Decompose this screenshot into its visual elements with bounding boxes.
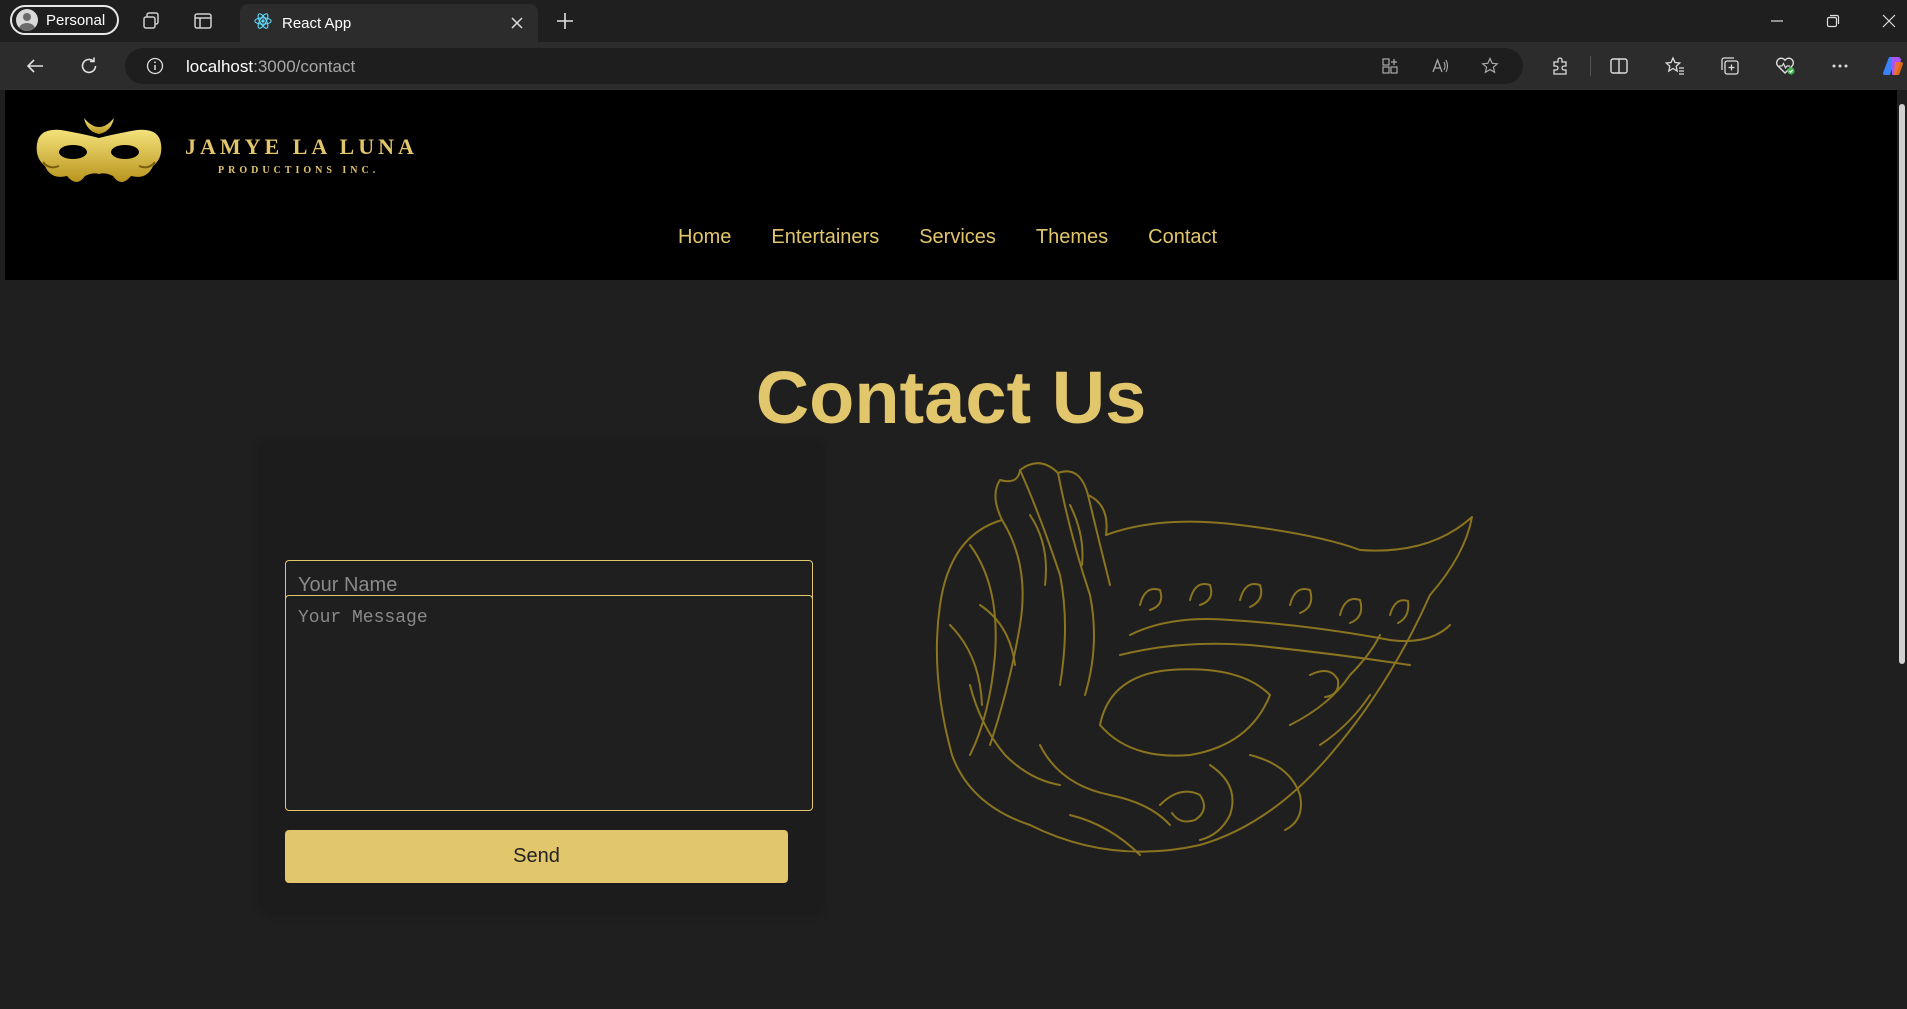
url-path: :3000/contact [253, 57, 356, 76]
close-window-icon[interactable] [1876, 8, 1902, 34]
nav-services[interactable]: Services [919, 226, 996, 249]
nav-entertainers[interactable]: Entertainers [771, 226, 879, 249]
refresh-icon[interactable] [76, 53, 102, 79]
brand-subtitle: PRODUCTIONS INC. [218, 165, 380, 176]
send-button[interactable]: Send [285, 830, 788, 883]
nav-contact[interactable]: Contact [1148, 226, 1217, 249]
page-scrollbar-thumb[interactable] [1899, 104, 1905, 664]
profile-label: Personal [46, 11, 106, 29]
extensions-icon[interactable] [1547, 53, 1573, 79]
close-tab-icon[interactable] [506, 12, 528, 34]
browser-tab-bar: Personal React App [0, 0, 1907, 42]
read-aloud-icon[interactable] [1430, 56, 1450, 76]
toolbar-divider [1590, 56, 1591, 76]
browser-essentials-icon[interactable] [1772, 53, 1798, 79]
more-options-icon[interactable] [1827, 53, 1853, 79]
react-favicon-icon [254, 12, 272, 34]
nav-themes[interactable]: Themes [1036, 226, 1108, 249]
minimize-icon[interactable] [1764, 8, 1790, 34]
mask-logo-icon[interactable] [29, 114, 169, 199]
favorite-star-icon[interactable] [1480, 56, 1500, 76]
site-header: JAMYE LA LUNA PRODUCTIONS INC. Home Ente… [5, 90, 1897, 280]
restore-icon[interactable] [1820, 8, 1846, 34]
copilot-icon[interactable] [1880, 53, 1906, 79]
favorites-icon[interactable] [1662, 53, 1688, 79]
app-available-icon[interactable] [1380, 56, 1400, 76]
masquerade-mask-illustration [910, 425, 1550, 990]
brand-name: JAMYE LA LUNA [185, 134, 418, 159]
message-textarea[interactable] [285, 595, 813, 811]
back-arrow-icon[interactable] [22, 53, 48, 79]
tab-react-app[interactable]: React App [240, 4, 538, 42]
collections-icon[interactable] [1717, 53, 1743, 79]
address-bar-row: localhost:3000/contact [0, 42, 1907, 90]
workspaces-icon[interactable] [138, 8, 164, 34]
tab-title: React App [282, 14, 352, 32]
main-nav: Home Entertainers Services Themes Contac… [678, 226, 1257, 249]
site-info-icon[interactable] [145, 56, 165, 76]
profile-button[interactable]: Personal [10, 5, 120, 35]
url-host: localhost [186, 57, 254, 76]
nav-home[interactable]: Home [678, 226, 731, 249]
url-field[interactable]: localhost:3000/contact [125, 48, 1523, 84]
profile-avatar-icon [16, 9, 38, 31]
new-tab-icon[interactable] [552, 8, 578, 34]
url-text: localhost:3000/contact [186, 57, 355, 77]
split-screen-icon[interactable] [1606, 53, 1632, 79]
tab-actions-icon[interactable] [190, 8, 216, 34]
